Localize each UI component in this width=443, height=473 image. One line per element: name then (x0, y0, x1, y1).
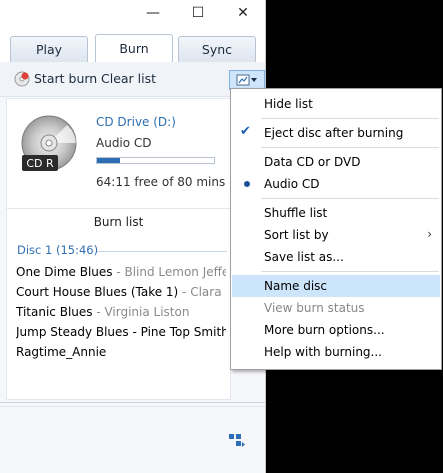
tab-bar: Play Burn Sync (0, 26, 265, 62)
menu-item-shuffle-list[interactable]: Shuffle list (232, 202, 440, 224)
drive-name[interactable]: CD Drive (D:) (96, 115, 176, 129)
tab-sync[interactable]: Sync (178, 36, 256, 62)
cd-disc-icon: CD R (21, 115, 77, 171)
menu-separator (261, 271, 439, 272)
capacity-bar-fill (97, 158, 121, 163)
track-title: One Dime Blues (16, 265, 113, 279)
list-item[interactable]: Ragtime_Annie (16, 345, 226, 359)
menu-item-view-burn-status: View burn status (264, 301, 365, 315)
menu-item-audio-cd[interactable]: Audio CD (232, 173, 440, 195)
disc-divider (97, 251, 227, 252)
submenu-arrow-icon: › (427, 227, 432, 241)
list-item[interactable]: One Dime Blues - Blind Lemon Jeffe... (16, 265, 226, 279)
menu-separator (261, 198, 439, 199)
switch-view-icon[interactable] (228, 433, 246, 449)
menu-item-hide-list[interactable]: Hide list (232, 93, 440, 115)
bottom-divider-secondary (0, 406, 265, 407)
start-burn-button[interactable]: Start burn (34, 71, 97, 86)
track-title: Jump Steady Blues - Pine Top Smith (16, 325, 226, 339)
clear-list-button[interactable]: Clear list (101, 71, 156, 86)
track-title: Titanic Blues (16, 305, 93, 319)
maximize-icon: ☐ (191, 5, 205, 21)
minimize-button[interactable]: — (131, 0, 175, 26)
menu-item-data-cd[interactable]: Data CD or DVD (232, 151, 440, 173)
close-button[interactable]: ✕ (221, 0, 265, 26)
menu-item-sort-list-by[interactable]: Sort list by › (232, 224, 440, 246)
menu-separator (261, 118, 439, 119)
menu-item-save-list-as[interactable]: Save list as... (232, 246, 440, 268)
title-bar: — ☐ ✕ (0, 0, 265, 26)
divider (7, 208, 230, 209)
track-title: Ragtime_Annie (16, 345, 107, 359)
track-artist: - Blind Lemon Jeffe... (116, 265, 226, 279)
list-options-button[interactable] (229, 70, 265, 90)
close-icon: ✕ (237, 5, 249, 21)
disc-type: Audio CD (96, 136, 152, 150)
minimize-icon: — (146, 5, 160, 21)
tab-burn[interactable]: Burn (95, 34, 173, 62)
radio-selected-icon (244, 181, 250, 187)
check-icon: ✔ (240, 124, 251, 139)
menu-separator (261, 147, 439, 148)
media-player-window: — ☐ ✕ Play Burn Sync Start burn Clear li… (0, 0, 266, 473)
burn-toolbar: Start burn Clear list (0, 62, 265, 97)
cd-icon-label: CD R (26, 157, 54, 170)
burn-options-menu: Hide list ✔ Eject disc after burning Data… (230, 88, 442, 370)
menu-item-name-disc[interactable]: Name disc (232, 275, 440, 297)
track-artist: - Virginia Liston (92, 305, 190, 319)
list-item[interactable]: Jump Steady Blues - Pine Top Smith (16, 325, 226, 339)
burn-list-title: Burn list (93, 215, 144, 229)
tab-play[interactable]: Play (10, 36, 88, 62)
list-item[interactable]: Titanic Blues - Virginia Liston (16, 305, 226, 319)
bottom-divider (0, 402, 265, 403)
start-burn-icon (14, 71, 30, 87)
list-item[interactable]: Court House Blues (Take 1) - Clara S... (16, 285, 226, 299)
track-title: Court House Blues (Take 1) (16, 285, 179, 299)
track-artist: - Clara S... (182, 285, 226, 299)
menu-item-more-burn-options[interactable]: More burn options... (232, 319, 440, 341)
free-space-text: 64:11 free of 80 mins (96, 175, 226, 189)
maximize-button[interactable]: ☐ (176, 0, 220, 26)
menu-item-eject-disc[interactable]: ✔ Eject disc after burning (232, 122, 440, 144)
capacity-bar (96, 157, 215, 164)
menu-item-help-with-burning[interactable]: Help with burning... (232, 341, 440, 363)
burn-pane: CD R CD Drive (D:) Audio CD 64:11 free o… (6, 98, 231, 400)
disc-label[interactable]: Disc 1 (15:46) (17, 243, 98, 257)
list-options-icon (236, 74, 257, 86)
